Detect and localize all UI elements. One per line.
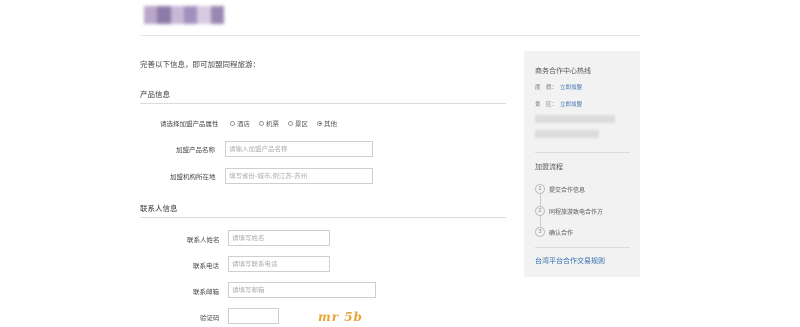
contact-email-input[interactable]: 请填写邮箱	[228, 282, 376, 298]
radio-label: 酒店	[237, 120, 250, 128]
location-input[interactable]: 填写省份-城市,例江苏-苏州	[225, 168, 373, 184]
contact-phone-label: 联系电话	[193, 262, 219, 270]
radio-other[interactable]: 其他	[317, 118, 337, 128]
step-number: 2	[535, 206, 545, 216]
radio-circle-icon[interactable]	[288, 120, 293, 126]
section-divider	[140, 217, 506, 218]
radio-selected-icon[interactable]	[317, 120, 322, 126]
radio-circle-icon[interactable]	[230, 120, 235, 126]
site-logo[interactable]	[144, 6, 224, 24]
process-step: 3 确认合作	[535, 227, 573, 237]
process-title: 加盟流程	[535, 163, 563, 171]
intro-text: 完善以下信息，即可加盟同程旅游：	[140, 60, 260, 69]
step-number: 1	[535, 184, 545, 194]
product-attr-label: 请选择加盟产品属性	[160, 120, 219, 128]
contact-name-label: 联系人姓名	[187, 236, 220, 244]
process-step: 2 同程旅游致电合作方	[535, 206, 603, 216]
hotline-row-label: 景 区：	[535, 102, 558, 108]
contact-name-input[interactable]: 请填写姓名	[228, 230, 330, 246]
captcha-input[interactable]	[228, 308, 279, 324]
header-divider	[140, 35, 640, 36]
sidebar: 商务合作中心热线 度 假： 立即加盟 景 区： 立即加盟 加盟流程 1 提交合作…	[524, 51, 640, 277]
step-label: 同程旅游致电合作方	[549, 208, 604, 216]
product-section-title: 产品信息	[140, 90, 170, 99]
location-label: 加盟机构所在地	[170, 173, 216, 181]
logo-block	[170, 6, 184, 24]
step-label: 提交合作信息	[549, 186, 586, 194]
logo-block	[210, 6, 224, 24]
product-name-input[interactable]: 请输入加盟产品名称	[225, 141, 373, 157]
radio-hotel[interactable]: 酒店	[230, 118, 250, 128]
contact-section-title: 联系人信息	[140, 204, 178, 213]
hotline-row: 景 区： 立即加盟	[535, 100, 582, 108]
contact-email-label: 联系邮箱	[193, 288, 219, 296]
hotline-row: 度 假： 立即加盟	[535, 83, 582, 91]
trade-rules-link[interactable]: 台湾平台合作交易规则	[535, 256, 605, 266]
section-divider	[140, 103, 506, 104]
radio-label: 机票	[266, 120, 279, 128]
contact-phone-input[interactable]: 请填写联系电话	[228, 256, 330, 272]
captcha-label: 验证码	[200, 314, 220, 322]
process-step: 1 提交合作信息	[535, 184, 585, 194]
sidebar-divider	[535, 247, 630, 248]
logo-block	[157, 6, 171, 24]
product-attr-radios: 酒店 机票 景区 其他	[230, 118, 337, 128]
radio-label: 其他	[324, 120, 337, 128]
logo-block	[183, 6, 198, 24]
logo-block	[197, 6, 211, 24]
redacted-info	[535, 115, 615, 123]
redacted-info	[535, 130, 599, 138]
radio-label: 景区	[295, 120, 308, 128]
step-label: 确认合作	[549, 229, 574, 237]
join-now-link[interactable]: 立即加盟	[560, 83, 582, 91]
logo-block	[144, 6, 158, 24]
product-name-label: 加盟产品名称	[176, 146, 215, 154]
radio-flight[interactable]: 机票	[259, 118, 279, 128]
step-number: 3	[535, 227, 545, 237]
radio-scenic[interactable]: 景区	[288, 118, 308, 128]
hotline-row-label: 度 假：	[535, 85, 558, 91]
hotline-title: 商务合作中心热线	[535, 67, 591, 75]
captcha-image[interactable]: mr 5b	[318, 310, 363, 324]
sidebar-divider	[535, 152, 630, 153]
join-now-link[interactable]: 立即加盟	[560, 100, 582, 108]
radio-circle-icon[interactable]	[259, 120, 264, 126]
